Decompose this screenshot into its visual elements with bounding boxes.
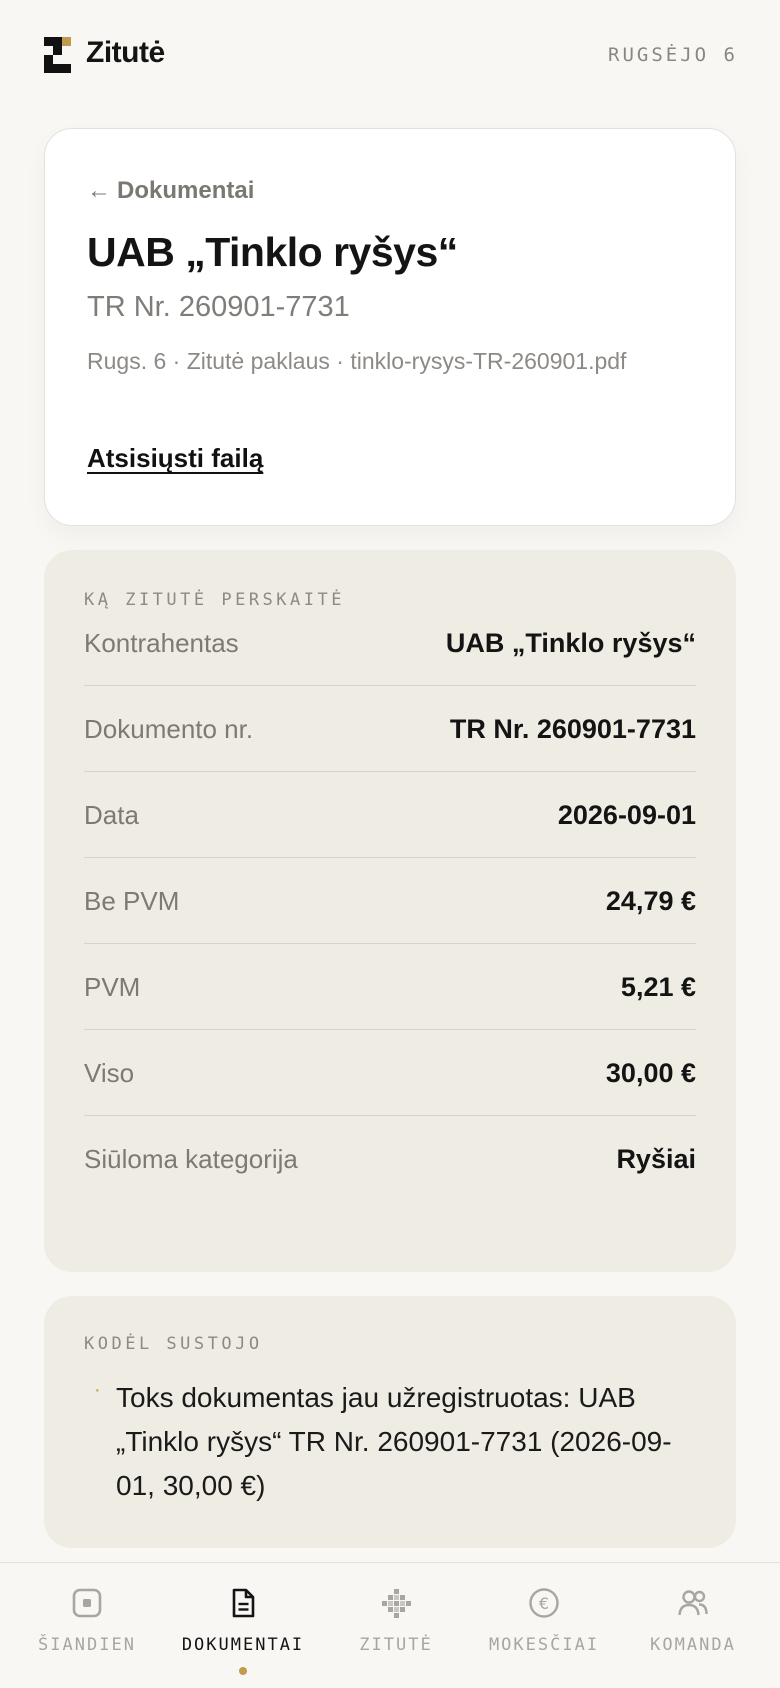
back-arrow-icon: ←	[87, 177, 111, 204]
back-link-label: Dokumentai	[117, 177, 255, 204]
extracted-fields-card: KĄ ZITUTĖ PERSKAITĖ Kontrahentas UAB „Ti…	[44, 550, 736, 1272]
field-label: Kontrahentas	[84, 628, 239, 658]
bottom-nav: ŠIANDIEN DOKUMENTAI ZITUTĖ € MOKESČIAI K…	[0, 1562, 780, 1688]
bullet-icon: ·	[94, 1379, 101, 1401]
euro-coin-icon: €	[529, 1588, 559, 1618]
download-file-link[interactable]: Atsisiųsti failą	[87, 443, 263, 474]
app-header: Zitutė RUGSĖJO 6	[0, 0, 780, 110]
nav-tab-taxes[interactable]: € MOKESČIAI	[466, 1563, 622, 1688]
nav-tab-team[interactable]: KOMANDA	[615, 1563, 771, 1688]
why-section-title: KODĖL SUSTOJO	[84, 1334, 263, 1354]
field-value: 24,79 €	[605, 886, 696, 916]
nav-tab-zitute[interactable]: ZITUTĖ	[318, 1563, 474, 1688]
zitute-pixel-icon	[382, 1589, 411, 1618]
nav-label: ŠIANDIEN	[38, 1635, 136, 1655]
field-value: 30,00 €	[605, 1058, 696, 1088]
svg-text:€: €	[539, 1594, 549, 1613]
field-row-total: Viso 30,00 €	[84, 1030, 696, 1116]
field-label: Dokumento nr.	[84, 714, 254, 744]
field-value: Ryšiai	[616, 1144, 696, 1174]
field-label: Data	[84, 800, 139, 830]
document-meta: Rugs. 6 · Zitutė paklaus · tinklo-rysys-…	[87, 348, 627, 374]
active-indicator-dot	[239, 1667, 247, 1675]
zitute-logo-icon	[44, 37, 71, 74]
why-stopped-card: KODĖL SUSTOJO · Toks dokumentas jau užre…	[44, 1296, 736, 1548]
nav-label: ZITUTĖ	[359, 1635, 433, 1655]
nav-label: MOKESČIAI	[488, 1635, 600, 1655]
nav-tab-today[interactable]: ŠIANDIEN	[9, 1563, 165, 1688]
field-row-vat: PVM 5,21 €	[84, 944, 696, 1030]
nav-label: DOKUMENTAI	[181, 1635, 305, 1655]
duplicate-reason-text: Toks dokumentas jau užregistruotas: UAB …	[116, 1382, 672, 1501]
app-name: Zitutė	[86, 36, 165, 69]
field-value: UAB „Tinklo ryšys“	[445, 628, 696, 658]
field-row-suggested-category: Siūloma kategorija Ryšiai	[84, 1116, 696, 1202]
field-row-document-number: Dokumento nr. TR Nr. 260901-7731	[84, 686, 696, 772]
team-people-icon	[678, 1590, 708, 1616]
today-square-icon	[72, 1588, 102, 1618]
field-label: Siūloma kategorija	[84, 1144, 298, 1174]
field-value: 2026-09-01	[557, 800, 696, 830]
document-title: UAB „Tinklo ryšys“	[87, 229, 458, 275]
back-to-documents-link[interactable]: ← Dokumentai	[87, 177, 254, 205]
field-label: Viso	[84, 1058, 135, 1088]
field-value: TR Nr. 260901-7731	[449, 714, 696, 744]
document-icon	[232, 1588, 255, 1618]
document-card: ← Dokumentai UAB „Tinklo ryšys“ TR Nr. 26…	[44, 128, 736, 526]
nav-tab-documents[interactable]: DOKUMENTAI	[165, 1563, 321, 1688]
field-value: 5,21 €	[620, 972, 696, 1002]
field-label: Be PVM	[84, 886, 180, 916]
field-row-net-amount: Be PVM 24,79 €	[84, 858, 696, 944]
field-label: PVM	[84, 972, 141, 1002]
nav-label: KOMANDA	[650, 1635, 736, 1655]
current-date: RUGSĖJO 6	[608, 44, 738, 66]
field-row-counterparty: Kontrahentas UAB „Tinklo ryšys“	[84, 600, 696, 686]
field-row-date: Data 2026-09-01	[84, 772, 696, 858]
document-number: TR Nr. 260901-7731	[87, 291, 350, 323]
